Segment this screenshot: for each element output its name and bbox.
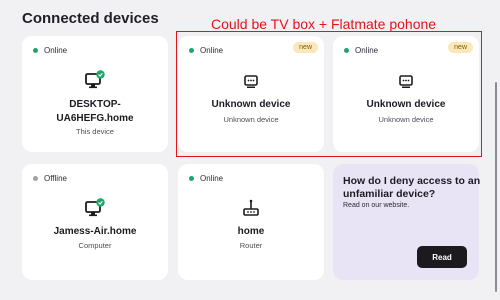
device-card-desktop[interactable]: Online DESKTOP- UA6HEFG.home This device bbox=[22, 36, 168, 152]
router-icon bbox=[243, 199, 259, 216]
info-link-text[interactable]: Read on our website. bbox=[343, 202, 409, 209]
read-button[interactable]: Read bbox=[417, 246, 467, 268]
device-name: home bbox=[237, 226, 265, 237]
page-title: Connected devices bbox=[22, 10, 159, 27]
info-card: How do I deny access to an unfamiliar de… bbox=[333, 164, 480, 280]
status-label: Offline bbox=[44, 174, 67, 183]
annotation-text: Could be TV box + Flatmate pohone bbox=[211, 16, 437, 32]
status-dot bbox=[33, 48, 38, 53]
device-type: Computer bbox=[78, 241, 112, 250]
status-indicator: Online bbox=[33, 46, 67, 55]
computer-check-icon bbox=[85, 198, 105, 217]
device-name-line1: DESKTOP- bbox=[69, 99, 121, 110]
status-label: Online bbox=[200, 174, 224, 183]
status-dot bbox=[33, 176, 38, 181]
status-label: Online bbox=[44, 46, 68, 55]
device-name-line2: UA6HEFG.home bbox=[56, 112, 134, 124]
status-indicator: Offline bbox=[33, 174, 67, 183]
device-card-jamess-air[interactable]: Offline Jamess-Air.home Computer bbox=[22, 164, 168, 280]
info-title: How do I deny access to an unfamiliar de… bbox=[343, 175, 481, 201]
device-type: This device bbox=[76, 127, 114, 136]
device-card-router[interactable]: Online home Router bbox=[178, 164, 324, 280]
scrollbar-thumb[interactable] bbox=[495, 82, 497, 292]
scrollbar[interactable] bbox=[492, 0, 500, 300]
device-name: DESKTOP- UA6HEFG.home bbox=[22, 98, 168, 125]
annotation-highlight-box bbox=[176, 31, 482, 157]
device-name: Jamess-Air.home bbox=[53, 226, 137, 237]
device-type: Router bbox=[239, 241, 263, 250]
computer-check-icon bbox=[85, 70, 105, 89]
status-dot bbox=[189, 176, 194, 181]
status-indicator: Online bbox=[189, 174, 223, 183]
